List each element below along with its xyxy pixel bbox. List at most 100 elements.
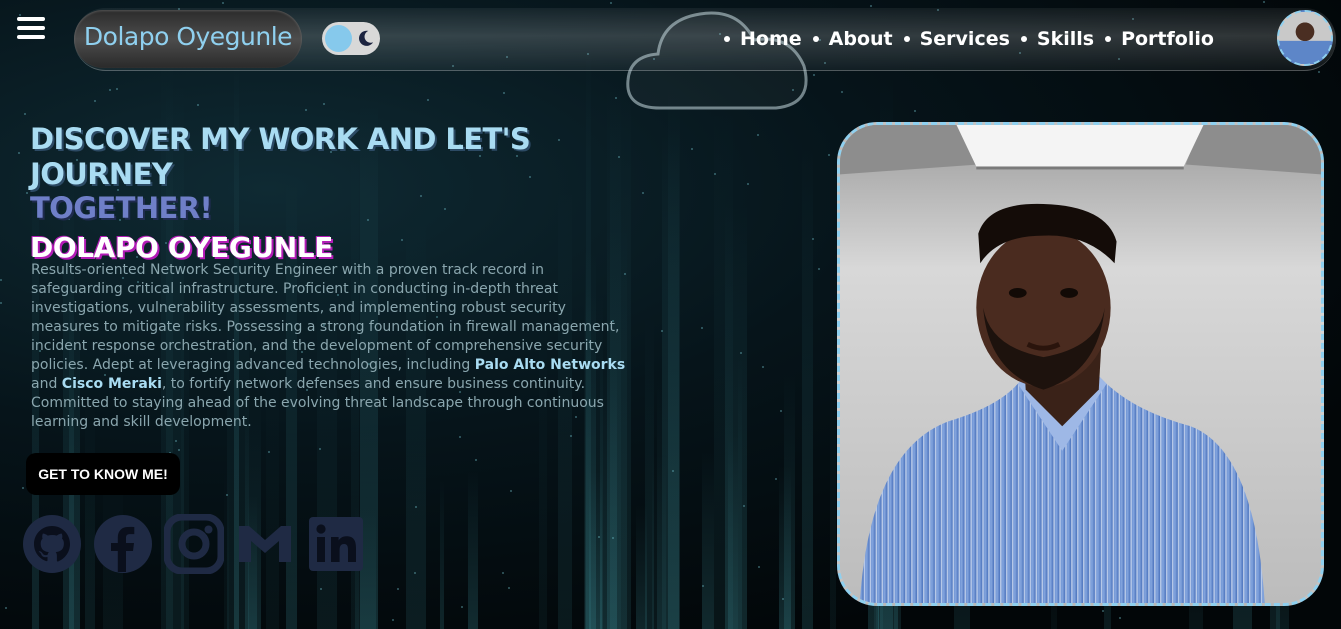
cloud-icon [626,11,808,110]
nav-label: About [828,28,893,50]
social-links [22,513,366,575]
background-column [440,480,444,629]
headline-line-2: TOGETHER! [30,191,213,225]
hamburger-menu-icon[interactable] [17,17,45,41]
nav-bullet [1020,36,1027,42]
background-dot [305,109,307,111]
nav-item-services[interactable]: Services [902,28,1019,50]
background-dot [197,104,199,106]
background-dot [740,352,742,354]
background-dot [175,440,177,442]
moon-icon [359,30,374,46]
nav-item-about[interactable]: About [811,28,902,50]
brand-name[interactable]: Dolapo Oyegunle [74,22,302,51]
background-dot [415,506,417,508]
background-dot [812,238,814,240]
background-dot [747,183,749,185]
nav-bullet [903,36,910,42]
linkedin-icon[interactable] [306,514,366,574]
background-dot [459,436,461,438]
background-dot [116,88,118,90]
toggle-knob [325,25,352,52]
background-dot [782,598,784,600]
background-dot [178,449,180,451]
bio-paragraph: Results-oriented Network Security Engine… [31,261,631,432]
background-dot [612,537,614,539]
nav-label: Services [919,28,1010,50]
nav-item-home[interactable]: Home [722,28,811,50]
background-dot [775,478,777,480]
nav-bullet [812,36,819,42]
gmail-icon[interactable] [235,514,295,574]
background-dot [109,89,111,91]
background-dot [22,487,24,489]
background-dot [0,302,2,304]
bio-highlight-cisco-meraki: Cisco Meraki [61,376,162,392]
background-column [784,372,795,629]
background-dot [503,92,505,94]
github-icon[interactable] [22,514,82,574]
background-dot [323,103,325,105]
background-dot [691,148,693,150]
background-dot [702,585,704,587]
background-column [468,471,478,629]
background-dot [5,607,7,609]
facebook-icon[interactable] [93,514,153,574]
background-dot [226,494,228,496]
background-dot [475,459,477,461]
background-dot [743,505,745,507]
background-dot [661,330,663,332]
theme-toggle[interactable] [322,22,380,55]
background-column [725,204,747,629]
bio-text: and [31,376,62,392]
background-column [589,471,602,629]
background-dot [1102,610,1104,612]
background-dot [18,152,20,154]
background-dot [714,173,716,175]
nav-bullet [1105,36,1112,42]
background-column [702,451,714,629]
background-dot [24,113,26,115]
hero-headline: DISCOVER MY WORK AND LET'S JOURNEY TOGET… [30,122,670,271]
background-dot [758,566,760,568]
background-dot [701,327,703,329]
background-column [657,375,662,629]
instagram-icon[interactable] [163,513,225,575]
background-dot [598,536,600,538]
background-dot [615,97,617,99]
background-column [636,505,647,629]
background-dot [757,134,759,136]
avatar[interactable] [1277,10,1333,66]
background-column [830,315,836,629]
background-dot [397,588,399,590]
background-dot [914,110,916,112]
nav-item-skills[interactable]: Skills [1019,28,1103,50]
background-dot [508,587,510,589]
background-dot [0,279,2,281]
background-dot [461,606,463,608]
background-column [645,316,654,629]
profile-photo [837,122,1324,606]
nav-item-portfolio[interactable]: Portfolio [1103,28,1223,50]
background-dot [268,451,270,453]
background-dot [818,268,820,270]
site-header: Dolapo Oyegunle Home About Services Skil… [0,0,1341,110]
background-column [714,104,733,629]
get-to-know-me-button[interactable]: GET TO KNOW ME! [26,453,180,495]
headline-line-1: DISCOVER MY WORK AND LET'S JOURNEY [30,122,531,191]
background-dot [414,572,416,574]
background-column [728,435,738,629]
background-dot [94,100,96,102]
background-dot [762,366,764,368]
background-dot [841,91,843,93]
background-dot [319,448,321,450]
background-dot [392,619,394,621]
background-dot [780,410,782,412]
background-column [738,354,742,629]
background-column [652,454,666,629]
background-dot [320,588,322,590]
nav-label: Skills [1036,28,1095,50]
background-dot [502,572,504,574]
background-dot [510,490,512,492]
background-column [779,466,791,629]
